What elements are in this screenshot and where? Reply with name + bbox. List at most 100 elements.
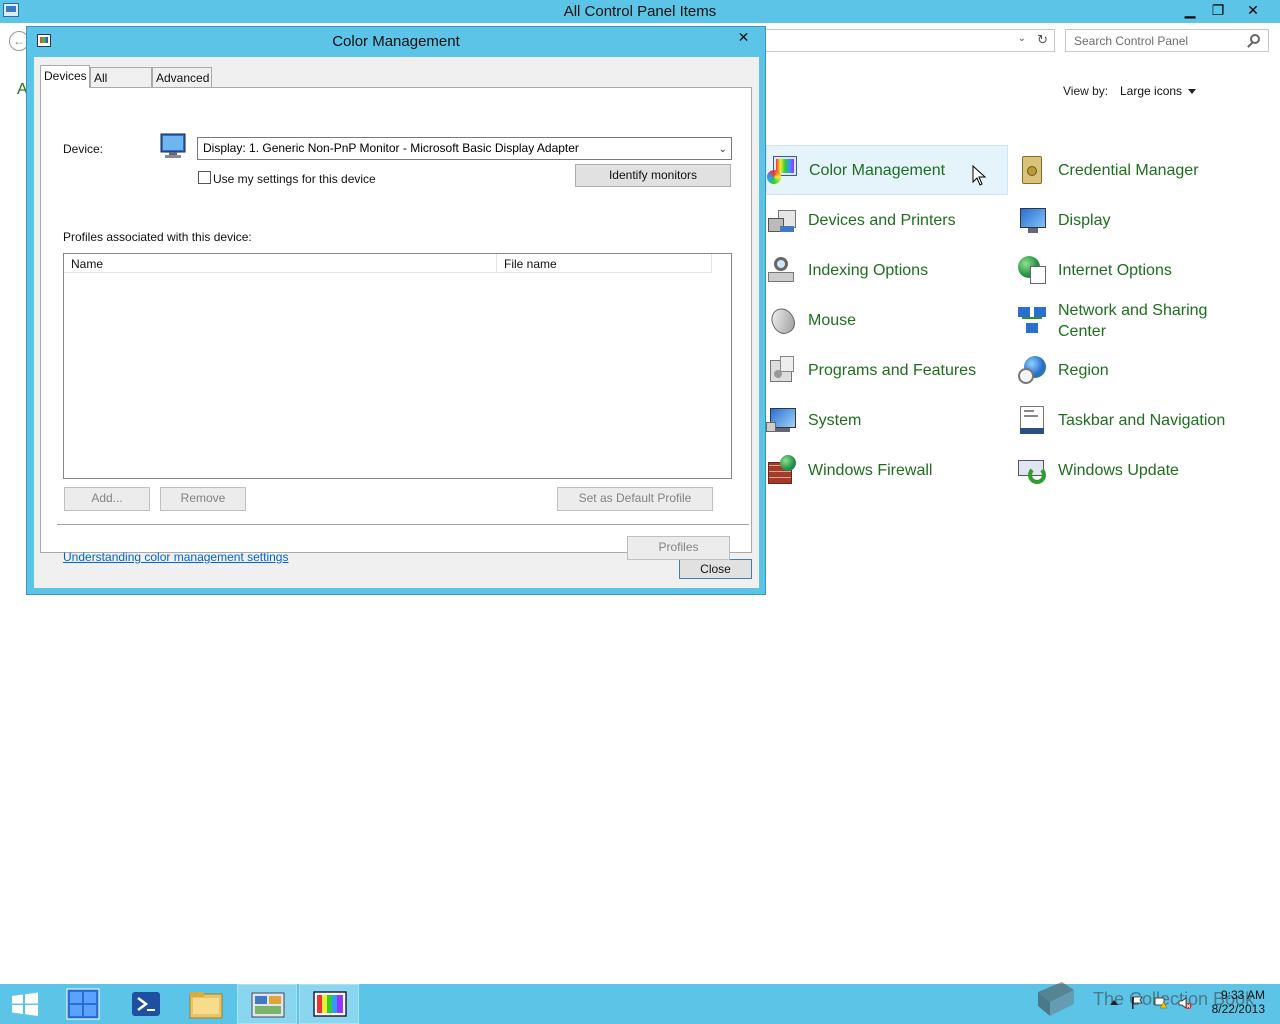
- cp-item-programs-and-features[interactable]: Programs and Features: [766, 345, 1008, 395]
- cp-item-label: Devices and Printers: [808, 211, 956, 229]
- flag-icon[interactable]: [1130, 996, 1144, 1010]
- help-link[interactable]: Understanding color management settings: [63, 550, 288, 564]
- address-dropdown-icon[interactable]: ⌄: [1018, 33, 1026, 44]
- device-dropdown[interactable]: Display: 1. Generic Non-PnP Monitor - Mi…: [197, 137, 732, 160]
- device-dropdown-value: Display: 1. Generic Non-PnP Monitor - Mi…: [203, 141, 579, 155]
- taskbar-powershell[interactable]: [124, 984, 184, 1024]
- maximize-button[interactable]: ❐: [1203, 0, 1233, 20]
- network-icon: [1016, 305, 1048, 337]
- add-profile-button[interactable]: Add...: [64, 487, 150, 511]
- clock-time: 9:33 AM: [1220, 988, 1265, 1002]
- cp-item-indexing-options[interactable]: Indexing Options: [766, 245, 1008, 295]
- color-management-icon: [313, 991, 347, 1017]
- cp-item-label: Network and Sharing Center: [1058, 302, 1208, 340]
- minimize-button[interactable]: ▁: [1175, 0, 1205, 20]
- chevron-down-icon[interactable]: ⌄: [719, 144, 727, 155]
- tab-advanced[interactable]: Advanced: [152, 67, 212, 87]
- book-watermark-icon: [1038, 982, 1074, 1016]
- address-bar[interactable]: ⌄ ↻: [764, 29, 1055, 52]
- internet-options-icon: [1016, 254, 1048, 286]
- control-panel-icon: [251, 992, 285, 1018]
- remove-profile-button[interactable]: Remove: [160, 487, 246, 511]
- window-close-button[interactable]: ✕: [1233, 0, 1273, 20]
- windows-logo-icon: [12, 992, 38, 1016]
- search-input[interactable]: Search Control Panel: [1065, 29, 1269, 52]
- cp-item-label: Indexing Options: [808, 261, 929, 279]
- tray-clock[interactable]: 9:33 AM 8/22/2013: [1210, 988, 1265, 1016]
- cp-item-label: Color Management: [809, 161, 946, 179]
- cp-item-label: Internet Options: [1058, 261, 1172, 279]
- device-label: Device:: [63, 142, 104, 156]
- use-my-settings-label[interactable]: Use my settings for this device: [213, 172, 376, 186]
- use-my-settings-checkbox[interactable]: [198, 171, 211, 184]
- cp-item-taskbar-and-navigation[interactable]: Taskbar and Navigation: [1016, 395, 1256, 445]
- devices-printers-icon: [766, 204, 798, 236]
- cp-item-label: Display: [1058, 211, 1111, 229]
- programs-icon: [766, 354, 798, 386]
- main-title-bar: All Control Panel Items ▁ ❐ ✕: [0, 0, 1280, 23]
- dialog-body: Devices All Profiles Advanced Device: Di…: [34, 57, 759, 588]
- identify-monitors-button[interactable]: Identify monitors: [575, 164, 731, 187]
- taskbar-control-panel[interactable]: [237, 984, 297, 1024]
- server-manager-icon: [66, 988, 100, 1020]
- cp-item-label: Mouse: [808, 311, 857, 329]
- search-placeholder: Search Control Panel: [1074, 34, 1189, 48]
- column-header-name[interactable]: Name: [64, 254, 497, 273]
- cp-item-label: Credential Manager: [1058, 161, 1199, 179]
- clock-date: 8/22/2013: [1211, 1002, 1265, 1016]
- refresh-icon[interactable]: ↻: [1037, 32, 1048, 48]
- color-management-dialog: Color Management ✕ Devices All Profiles …: [26, 26, 766, 595]
- search-icon[interactable]: [1250, 34, 1260, 44]
- firewall-icon: [766, 454, 798, 486]
- cp-item-label: Taskbar and Navigation: [1058, 411, 1226, 429]
- cp-item-windows-update[interactable]: Windows Update: [1016, 445, 1256, 495]
- profiles-button[interactable]: Profiles: [627, 536, 730, 560]
- view-by-dropdown[interactable]: Large icons: [1120, 84, 1182, 98]
- cp-item-mouse[interactable]: Mouse: [766, 295, 1008, 345]
- taskbar-color-management[interactable]: [299, 984, 359, 1024]
- cp-item-label: Region: [1058, 361, 1109, 379]
- cp-item-label: Windows Update: [1058, 461, 1179, 479]
- windows-update-icon: [1016, 454, 1048, 486]
- cp-item-system[interactable]: System: [766, 395, 1008, 445]
- show-hidden-icons-button[interactable]: [1110, 1000, 1118, 1005]
- cp-item-region[interactable]: Region: [1016, 345, 1256, 395]
- cp-item-internet-options[interactable]: Internet Options: [1016, 245, 1256, 295]
- speaker-muted-icon[interactable]: [1178, 996, 1192, 1010]
- view-by-label: View by:: [1063, 84, 1109, 98]
- close-button[interactable]: Close: [679, 559, 752, 579]
- display-icon: [1016, 204, 1048, 236]
- cp-item-network-and-sharing-center[interactable]: Network and Sharing Center: [1016, 295, 1256, 347]
- window-title: All Control Panel Items: [563, 3, 717, 20]
- network-tray-icon[interactable]: [1154, 996, 1168, 1010]
- dialog-close-x-button[interactable]: ✕: [726, 28, 761, 48]
- taskbar-server-manager[interactable]: [62, 984, 122, 1024]
- cp-item-label: System: [808, 411, 862, 429]
- column-header-file-name[interactable]: File name: [497, 254, 712, 273]
- system-icon: [766, 404, 798, 436]
- view-by-caret-icon[interactable]: [1188, 89, 1196, 94]
- cp-item-display[interactable]: Display: [1016, 195, 1256, 245]
- profiles-heading: Profiles associated with this device:: [63, 230, 252, 244]
- cp-item-label: Windows Firewall: [808, 461, 933, 479]
- cp-item-credential-manager[interactable]: Credential Manager: [1016, 145, 1256, 195]
- devices-tab-panel: Device: Display: 1. Generic Non-PnP Moni…: [40, 87, 752, 564]
- credential-manager-icon: [1016, 154, 1048, 186]
- powershell-icon: [132, 992, 160, 1016]
- tab-devices[interactable]: Devices: [40, 65, 90, 88]
- mouse-icon: [766, 304, 800, 338]
- start-button[interactable]: [0, 984, 60, 1024]
- taskbar-icon: [1016, 404, 1048, 436]
- indexing-icon: [766, 254, 798, 286]
- tab-all-profiles[interactable]: All Profiles: [90, 67, 152, 99]
- profiles-table[interactable]: Name File name: [63, 253, 732, 479]
- monitor-icon: [160, 133, 186, 158]
- dialog-title: Color Management: [332, 33, 460, 50]
- set-default-profile-button[interactable]: Set as Default Profile: [557, 487, 713, 511]
- divider: [57, 524, 749, 525]
- taskbar: The Collection Book 9:33 AM 8/22/2013: [0, 982, 1280, 1024]
- cp-item-windows-firewall[interactable]: Windows Firewall: [766, 445, 1008, 495]
- cp-item-devices-and-printers[interactable]: Devices and Printers: [766, 195, 1008, 245]
- color-management-icon: [767, 154, 799, 186]
- region-icon: [1016, 354, 1048, 386]
